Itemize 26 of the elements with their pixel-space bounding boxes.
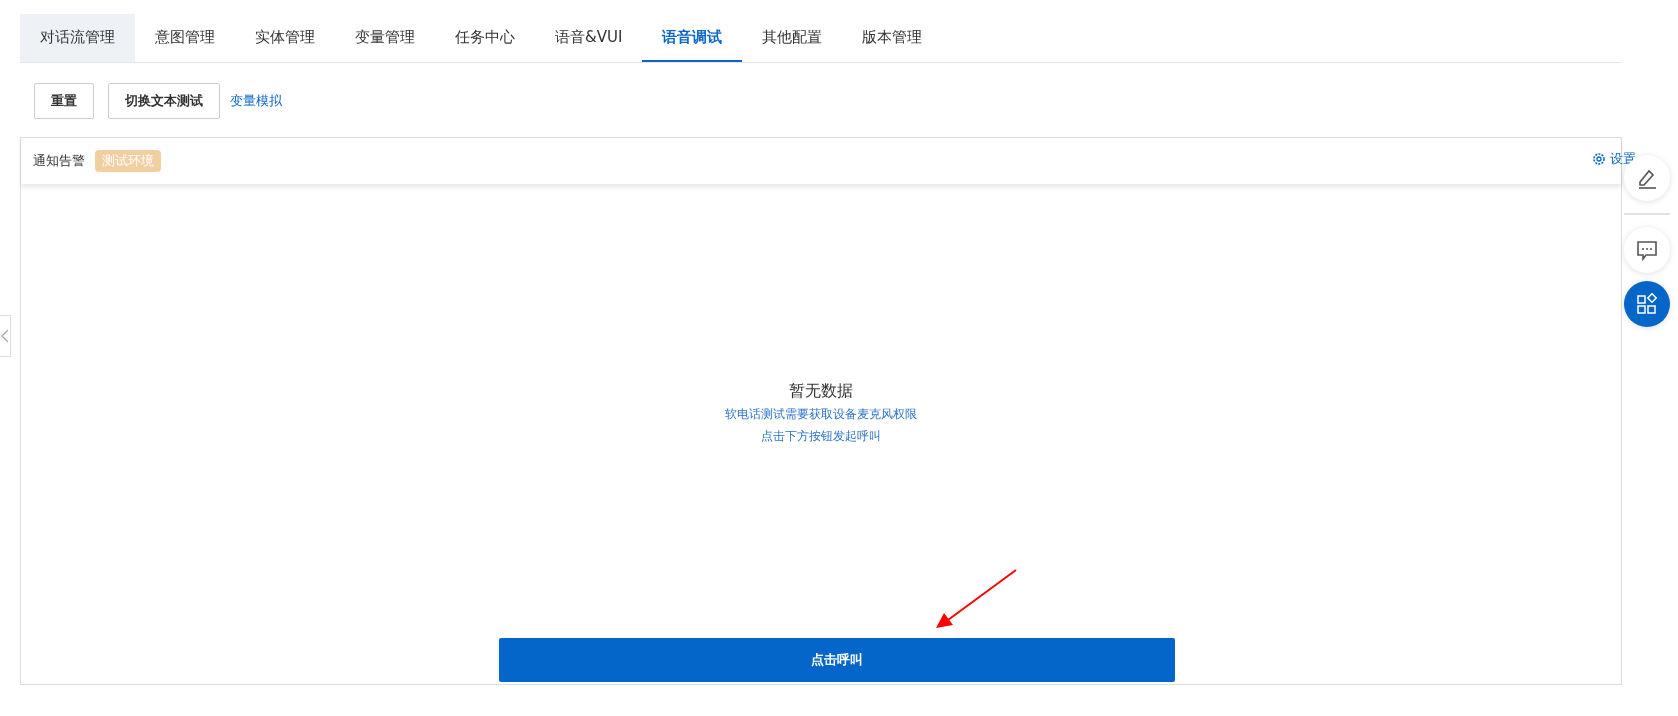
empty-title: 暂无数据 bbox=[789, 380, 853, 402]
empty-hint: 软电话测试需要获取设备麦克风权限 bbox=[725, 406, 917, 423]
nav-tab[interactable]: 实体管理 bbox=[235, 14, 335, 62]
nav-tab[interactable]: 版本管理 bbox=[842, 14, 943, 62]
nav-tab[interactable]: 语音调试 bbox=[642, 14, 743, 62]
panel-title: 通知告警 bbox=[33, 152, 85, 170]
empty-hint: 点击下方按钮发起呼叫 bbox=[761, 428, 881, 445]
settings-icon bbox=[1592, 152, 1606, 166]
call-button[interactable]: 点击呼叫 bbox=[499, 638, 1175, 682]
nav-tab[interactable]: 语音&VUI bbox=[535, 14, 643, 62]
nav-tab[interactable]: 其他配置 bbox=[742, 14, 843, 62]
variable-link[interactable]: 变量模拟 bbox=[230, 92, 282, 110]
nav-tab[interactable]: 对话流管理 bbox=[20, 14, 135, 62]
chevron-left-icon bbox=[1, 329, 9, 343]
pencil-icon bbox=[1636, 167, 1658, 189]
toolbar-button[interactable]: 切换文本测试 bbox=[108, 83, 220, 119]
environment-tag: 测试环境 bbox=[95, 150, 161, 172]
nav-tab[interactable]: 意图管理 bbox=[135, 14, 235, 62]
toolbar-button[interactable]: 重置 bbox=[34, 83, 94, 119]
apps-button[interactable] bbox=[1624, 281, 1670, 327]
chat-icon bbox=[1636, 239, 1658, 261]
collapse-handle[interactable] bbox=[0, 315, 11, 357]
chat-button[interactable] bbox=[1624, 227, 1670, 273]
apps-icon bbox=[1636, 293, 1658, 315]
nav-tab[interactable]: 任务中心 bbox=[435, 14, 535, 62]
nav-tab[interactable]: 变量管理 bbox=[335, 14, 435, 62]
